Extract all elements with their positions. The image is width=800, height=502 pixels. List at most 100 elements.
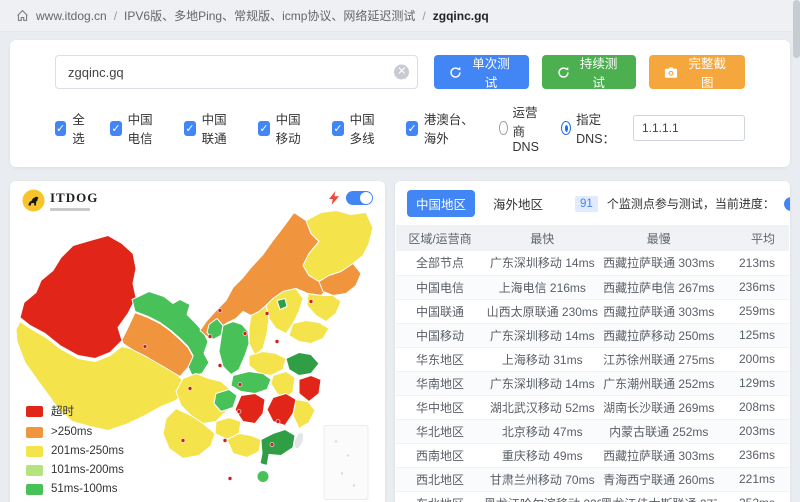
slowest-cell: 青海西宁联通 260ms [601, 467, 718, 491]
scrollbar-thumb[interactable] [793, 0, 800, 58]
toggle-knob [360, 192, 372, 204]
region-cell: 华东地区 [396, 347, 484, 371]
table-row: 中国联通山西太原联通 230ms西藏拉萨联通 303ms259ms [396, 299, 789, 323]
progress-fill: 99% [784, 197, 790, 211]
tab-overseas-region[interactable]: 海外地区 [484, 190, 552, 217]
fastest-cell: 山西太原联通 230ms [484, 299, 601, 323]
region-cell: 华中地区 [396, 395, 484, 419]
full-screenshot-label: 完整截图 [684, 53, 730, 91]
filter-checkbox[interactable]: 中国移动 [258, 109, 311, 147]
refresh-icon [449, 66, 462, 79]
table-row: 华南地区广东深圳移动 14ms广东潮州联通 252ms129ms [396, 371, 789, 395]
fastest-cell: 广东深圳移动 14ms [484, 371, 601, 395]
legend-swatch [26, 446, 43, 457]
fastest-cell: 湖北武汉移动 52ms [484, 395, 601, 419]
filter-checkbox[interactable]: 中国多线 [332, 109, 385, 147]
camera-icon [664, 66, 678, 79]
continuous-test-label: 持续测试 [576, 53, 622, 91]
breadcrumb-path: IPV6版、多地Ping、常规版、icmp协议、网络延迟测试 [124, 7, 415, 24]
checkbox-label: 全选 [72, 109, 89, 147]
map-mode-toggle[interactable] [346, 191, 373, 205]
slowest-cell: 西藏拉萨移动 250ms [601, 323, 718, 347]
dns-radio-custom[interactable]: 指定DNS： [561, 109, 619, 147]
avg-cell: 208ms [717, 395, 789, 419]
avg-cell: 236ms [717, 275, 789, 299]
repeat-icon [557, 66, 570, 79]
region-cell: 西南地区 [396, 443, 484, 467]
fastest-cell: 广东深圳移动 14ms [484, 251, 601, 275]
avg-cell: 259ms [717, 299, 789, 323]
legend-swatch [26, 427, 43, 438]
single-test-label: 单次测试 [468, 53, 514, 91]
results-card: 中国地区 海外地区 91 个监测点参与测试，当前进度： 99% 区域/运营商最快… [395, 181, 790, 502]
fastest-cell: 广东深圳移动 14ms [484, 323, 601, 347]
avg-cell: 129ms [717, 371, 789, 395]
continuous-test-button[interactable]: 持续测试 [542, 55, 637, 89]
legend-label: 201ms-250ms [51, 445, 124, 457]
breadcrumb-separator: / [422, 9, 425, 23]
avg-cell: 200ms [717, 347, 789, 371]
table-row: 华东地区上海移动 31ms江苏徐州联通 275ms200ms [396, 347, 789, 371]
region-cell: 西北地区 [396, 467, 484, 491]
slowest-cell: 西藏拉萨联通 303ms [601, 251, 718, 275]
checkbox-label: 中国移动 [276, 109, 312, 147]
single-test-button[interactable]: 单次测试 [434, 55, 529, 89]
slowest-cell: 西藏拉萨联通 303ms [601, 443, 718, 467]
dns-radio-group: 运营商DNS 指定DNS： [499, 102, 745, 154]
table-header-cell: 最快 [484, 225, 601, 251]
legend-item: 超时 [26, 403, 124, 419]
radio-icon [499, 121, 507, 135]
map-card: ITDOG [10, 181, 385, 502]
filter-checkbox[interactable]: 中国联通 [184, 109, 237, 147]
region-cell: 东北地区 [396, 491, 484, 502]
region-cell: 中国联通 [396, 299, 484, 323]
fastest-cell: 重庆移动 49ms [484, 443, 601, 467]
fastest-cell: 上海电信 216ms [484, 275, 601, 299]
legend-swatch [26, 465, 43, 476]
avg-cell: 236ms [717, 443, 789, 467]
legend-item: 101ms-200ms [26, 464, 124, 476]
slowest-cell: 湖南长沙联通 269ms [601, 395, 718, 419]
table-row: 华北地区北京移动 47ms内蒙古联通 252ms203ms [396, 419, 789, 443]
filter-checkbox[interactable]: 中国电信 [110, 109, 163, 147]
checkbox-icon [332, 121, 343, 136]
checkbox-icon [258, 121, 269, 136]
table-header-cell: 区域/运营商 [396, 225, 484, 251]
radio-label: 指定DNS： [576, 109, 619, 147]
target-host-input[interactable] [55, 55, 418, 89]
slowest-cell: 江苏徐州联通 275ms [601, 347, 718, 371]
checkbox-icon [55, 121, 66, 136]
tab-china-region[interactable]: 中国地区 [407, 190, 475, 217]
region-cell: 全部节点 [396, 251, 484, 275]
fastest-cell: 北京移动 47ms [484, 419, 601, 443]
legend-label: 51ms-100ms [51, 483, 117, 495]
region-cell: 华北地区 [396, 419, 484, 443]
checkbox-icon [110, 121, 121, 136]
results-table: 区域/运营商最快最慢平均 全部节点广东深圳移动 14ms西藏拉萨联通 303ms… [396, 225, 789, 502]
table-row: 东北地区黑龙江哈尔滨移动 220ms黑龙江佳木斯联通 277ms252ms [396, 491, 789, 502]
dns-radio-carrier[interactable]: 运营商DNS [499, 102, 547, 154]
logo-text: ITDOG [50, 190, 98, 206]
avg-cell: 203ms [717, 419, 789, 443]
table-row: 华中地区湖北武汉移动 52ms湖南长沙联通 269ms208ms [396, 395, 789, 419]
breadcrumb-site[interactable]: www.itdog.cn [36, 9, 107, 23]
dns-server-input[interactable] [633, 115, 745, 141]
logo-subtext-bar [50, 208, 90, 211]
region-cell: 中国移动 [396, 323, 484, 347]
checkbox-label: 中国多线 [350, 109, 386, 147]
checkbox-label: 港澳台、海外 [424, 109, 478, 147]
slowest-cell: 黑龙江佳木斯联通 277ms [601, 491, 718, 502]
filter-checkbox[interactable]: 港澳台、海外 [406, 109, 478, 147]
legend-label: 101ms-200ms [51, 464, 124, 476]
checkbox-icon [184, 121, 195, 136]
full-screenshot-button[interactable]: 完整截图 [649, 55, 745, 89]
avg-cell: 252ms [717, 491, 789, 502]
fastest-cell: 上海移动 31ms [484, 347, 601, 371]
filter-checkbox-group: 全选中国电信中国联通 中国移动 中国多线 港澳台、海外 [55, 109, 499, 147]
dog-logo-icon [22, 189, 45, 212]
map-legend: 超时>250ms201ms-250ms101ms-200ms51ms-100ms… [26, 403, 124, 502]
progress-bar: 99% [784, 197, 790, 211]
table-row: 西北地区甘肃兰州移动 70ms青海西宁联通 260ms221ms [396, 467, 789, 491]
filter-checkbox[interactable]: 全选 [55, 109, 89, 147]
clear-input-icon[interactable]: ✕ [394, 65, 409, 80]
